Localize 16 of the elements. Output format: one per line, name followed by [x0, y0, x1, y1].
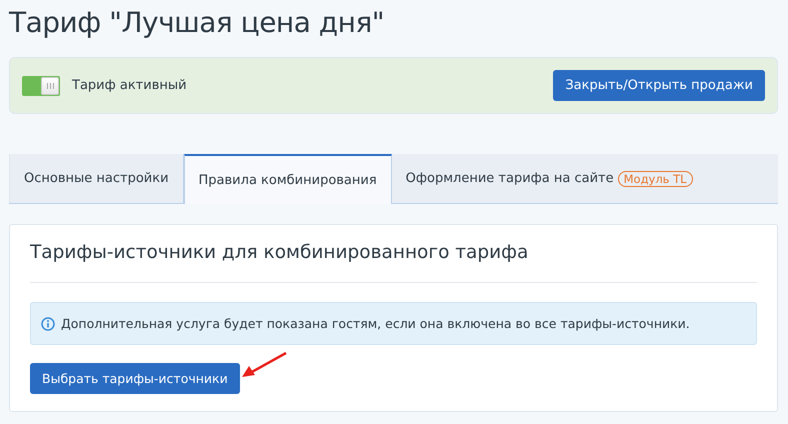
tab-label: Основные настройки	[24, 171, 169, 186]
toggle-switch[interactable]	[22, 76, 60, 96]
tab-label: Оформление тарифа на сайте	[406, 171, 614, 186]
tab-label: Правила комбинирования	[198, 172, 377, 188]
tab[interactable]: Основные настройки	[9, 154, 184, 203]
tab[interactable]: Оформление тарифа на сайте Модуль TL	[392, 154, 778, 203]
select-sources-button[interactable]: Выбрать тарифы-источники	[30, 363, 240, 394]
sales-button[interactable]: Закрыть/Открыть продажи	[553, 70, 765, 101]
arrow-icon	[240, 351, 288, 379]
toggle-label: Тариф активный	[72, 78, 187, 93]
info-text: Дополнительная услуга будет показана гостям, если она включена во все тарифы-источники.	[61, 316, 690, 331]
page-title: Тариф "Лучшая цена дня"	[9, 5, 386, 41]
card-heading: Тарифы-источники для комбинированного тарифа	[30, 225, 757, 283]
info-icon	[41, 316, 55, 330]
module-badge: Модуль TL	[618, 170, 693, 186]
tab[interactable]: Правила комбинирования	[184, 154, 392, 204]
